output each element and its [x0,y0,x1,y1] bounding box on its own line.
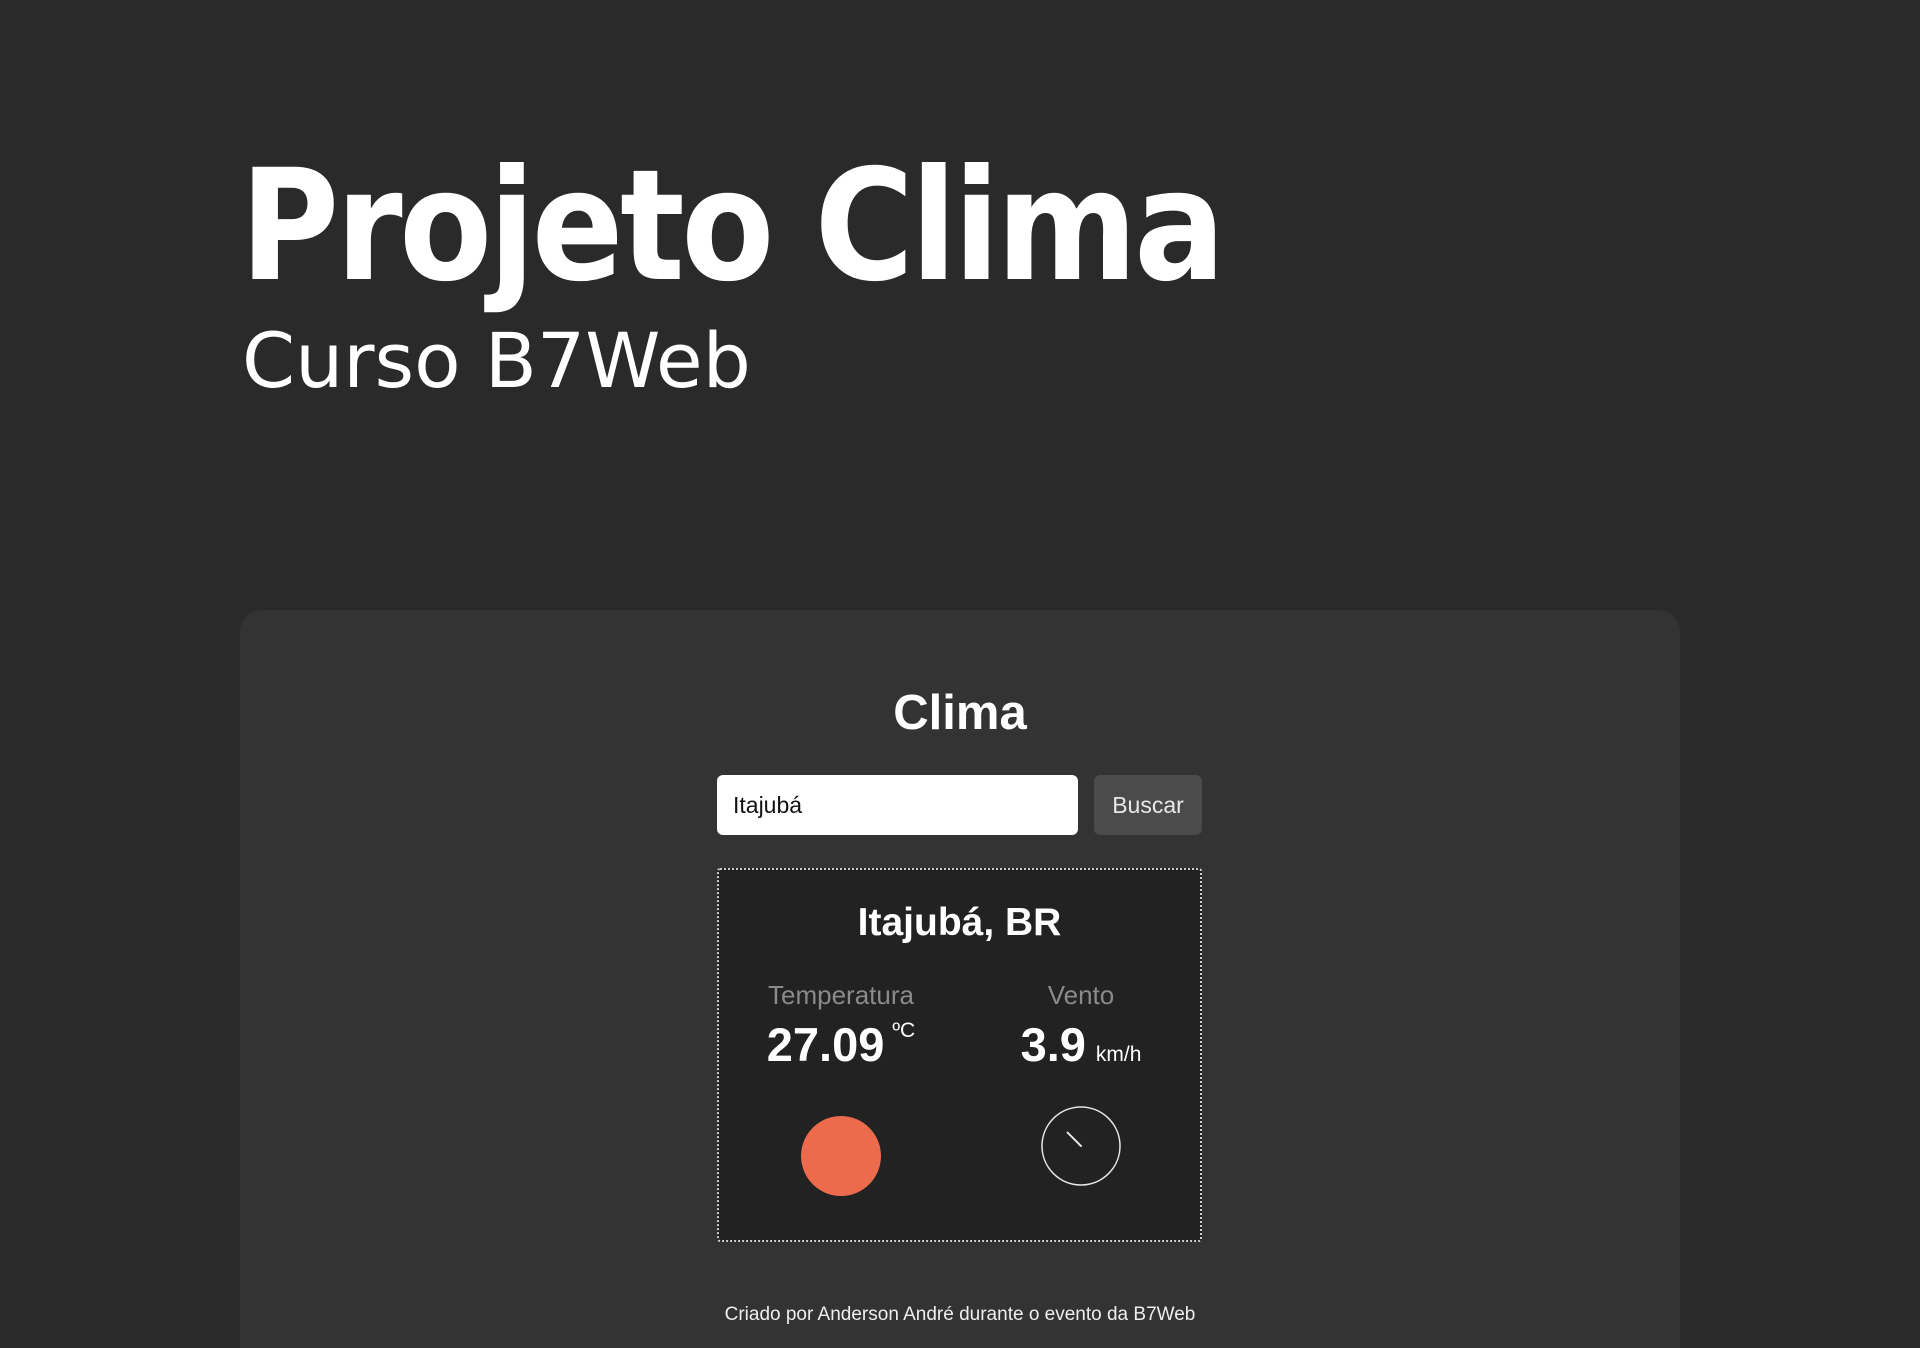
temperature-indicator [801,1116,881,1196]
footer-credit: Criado por Anderson André durante o even… [724,1304,1196,1325]
page-title: Projeto Clima [240,137,1225,316]
weather-card-title: Clima [893,686,1027,740]
wind-unit: km/h [1095,1043,1142,1067]
page-header: Projeto Clima Curso B7Web [240,150,1356,411]
result-location: Itajubá, BR [857,901,1062,944]
wind-value: 3.9 [1020,1018,1086,1072]
weather-card: Clima Buscar Itajubá, BR Temperatura 27.… [240,610,1680,1348]
wind-value-row: 3.9 km/h [981,1017,1181,1072]
temperature-unit: ºC [892,1019,916,1043]
wind-label: Vento [1047,980,1115,1010]
wind-metric: Vento 3.9 km/h [981,980,1181,1072]
temperature-label: Temperatura [768,980,914,1010]
temperature-value: 27.09 [766,1018,885,1072]
wind-needle [1066,1131,1082,1147]
wind-direction-icon [1041,1106,1121,1186]
city-search-input[interactable] [717,775,1078,835]
search-form: Buscar [717,775,1202,835]
wind-needle-group [1066,1131,1082,1147]
temperature-value-row: 27.09 ºC [741,1017,941,1072]
weather-result-panel: Itajubá, BR Temperatura 27.09 ºC Vento 3.… [717,868,1202,1242]
search-button[interactable]: Buscar [1094,775,1202,835]
temperature-metric: Temperatura 27.09 ºC [741,980,941,1072]
page-subtitle: Curso B7Web [242,316,751,405]
